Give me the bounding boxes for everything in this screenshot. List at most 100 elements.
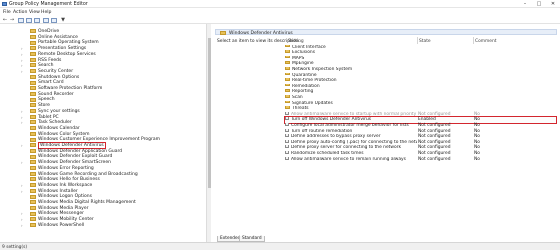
close-button[interactable]: ✕	[546, 0, 560, 8]
expand-chevron-icon[interactable]: ›	[21, 120, 26, 126]
folder-icon	[30, 200, 36, 205]
policy-name: Allow antimalware service to startup wit…	[291, 111, 417, 117]
menu-view[interactable]: View	[29, 10, 40, 15]
up-folder-icon[interactable]	[18, 17, 24, 23]
maximize-button[interactable]: □	[532, 0, 546, 8]
folder-icon	[30, 97, 36, 102]
folder-icon	[30, 183, 36, 188]
policy-setting-icon	[285, 139, 289, 143]
window-title: Group Policy Management Editor	[9, 1, 88, 7]
back-arrow-icon[interactable]: ←	[2, 17, 8, 23]
tree-item-label: Online Assistance	[38, 34, 78, 40]
folder-icon	[30, 154, 36, 159]
policy-name: Randomize scheduled task times	[291, 150, 364, 156]
comment-cell: No	[474, 156, 480, 162]
console-tree: OneDrive Online Assistance Portable Operat…	[0, 24, 210, 242]
folder-icon	[30, 137, 36, 142]
setting-cell: Allow antimalware service to remain runn…	[285, 156, 417, 163]
forward-arrow-icon[interactable]: →	[9, 17, 15, 23]
help-icon[interactable]	[43, 17, 49, 23]
folder-name: Real-time Protection	[292, 78, 337, 84]
folder-icon	[30, 91, 36, 96]
tree-item-label: Windows Error Reporting	[38, 165, 94, 171]
tree-item-label: Windows Logon Options	[38, 194, 92, 200]
folder-name: Remediation	[292, 83, 320, 89]
folder-name: Quarantine	[292, 72, 317, 78]
folder-icon	[30, 63, 36, 68]
status-bar: 9 setting(s)	[0, 242, 560, 250]
menu-action[interactable]: Action	[13, 10, 27, 15]
folder-icon	[30, 188, 36, 193]
description-panel: Select an item to view its description.	[217, 39, 300, 44]
policy-name: Turn off Windows Defender Antivirus	[291, 117, 372, 123]
folder-icon	[30, 143, 36, 148]
column-divider[interactable]	[417, 37, 418, 44]
folder-icon	[30, 223, 36, 228]
policy-name: Define proxy auto-config (.pac) for conn…	[291, 139, 417, 145]
status-text: 9 setting(s)	[2, 244, 28, 250]
column-header-setting[interactable]: Setting	[288, 39, 304, 44]
tree-item-label: Windows Media Digital Rights Management	[38, 200, 136, 205]
column-header-comment[interactable]: Comment	[475, 39, 497, 44]
tree-item-label: Windows Media Player	[38, 205, 89, 211]
details-header-title: Windows Defender Antivirus	[229, 30, 293, 36]
tree-item-label: Windows Mobility Center	[38, 217, 94, 223]
filter-icon[interactable]: ▼	[60, 17, 66, 23]
policy-setting-icon	[285, 117, 289, 121]
show-hide-tree-icon[interactable]	[26, 17, 32, 23]
folder-icon	[30, 160, 36, 165]
tab-standard[interactable]: Standard	[239, 236, 265, 242]
folder-icon	[30, 205, 36, 210]
minimize-button[interactable]: –	[518, 0, 532, 8]
title-bar: Group Policy Management Editor – □ ✕	[0, 0, 560, 8]
tree-item-label: Windows Defender Application Guard	[38, 148, 123, 154]
folder-name: Network Inspection System	[292, 66, 353, 72]
tree-item-label: Windows Defender SmartScreen	[38, 160, 111, 166]
tree-scrollbar-thumb[interactable]	[208, 38, 211, 188]
folder-icon	[220, 31, 226, 35]
folder-icon	[285, 72, 290, 76]
expand-chevron-icon[interactable]: ›	[21, 69, 26, 75]
expand-chevron-icon[interactable]: ›	[21, 223, 26, 229]
properties-icon[interactable]	[51, 17, 57, 23]
tree-item-label: Windows Hello for Business	[38, 177, 100, 183]
folder-icon	[30, 29, 36, 34]
folder-icon	[30, 109, 36, 114]
expand-chevron-icon[interactable]: ›	[21, 143, 26, 149]
folder-icon	[30, 34, 36, 39]
policy-setting-icon	[285, 128, 289, 132]
folder-name: Reporting	[292, 89, 314, 95]
folder-name: Client Interface	[292, 44, 326, 50]
policy-name: Allow antimalware service to remain runn…	[291, 156, 406, 162]
tree-item-label: RSS Feeds	[38, 57, 62, 63]
column-header-state[interactable]: State	[419, 39, 431, 44]
folder-icon	[30, 194, 36, 199]
folder-icon	[285, 55, 290, 59]
folder-icon	[30, 211, 36, 216]
tree-scrollbar[interactable]	[206, 24, 211, 242]
folder-icon	[285, 44, 290, 48]
policy-row[interactable]: Allow antimalware service to remain runn…	[285, 156, 556, 163]
expand-chevron-icon[interactable]: ›	[21, 160, 26, 166]
folder-name: Scan	[292, 94, 303, 100]
folder-icon	[285, 89, 290, 93]
tree-item[interactable]: › Windows PowerShell	[21, 223, 84, 229]
tree-item-label: Security Center	[38, 68, 74, 74]
column-divider[interactable]	[473, 37, 474, 44]
policy-setting-icon	[285, 111, 289, 115]
menu-help[interactable]: Help	[41, 10, 51, 15]
expand-chevron-icon[interactable]: ›	[21, 189, 26, 195]
state-cell: Not configured	[418, 156, 451, 162]
menu-file[interactable]: File	[3, 10, 11, 15]
policy-name: Define proxy server for connecting to th…	[291, 145, 402, 151]
tree-item-label: Windows Game Recording and Broadcasting	[38, 171, 138, 177]
export-list-icon[interactable]	[34, 17, 40, 23]
tree-item-label: Presentation Settings	[38, 46, 87, 52]
tree-item-label: Windows Ink Workspace	[38, 182, 93, 188]
policy-setting-icon	[285, 150, 289, 154]
folder-icon	[30, 120, 36, 125]
tree-item-label: Sync your settings	[38, 108, 80, 114]
folder-icon	[30, 86, 36, 91]
folder-icon	[30, 171, 36, 176]
folder-icon	[30, 80, 36, 85]
